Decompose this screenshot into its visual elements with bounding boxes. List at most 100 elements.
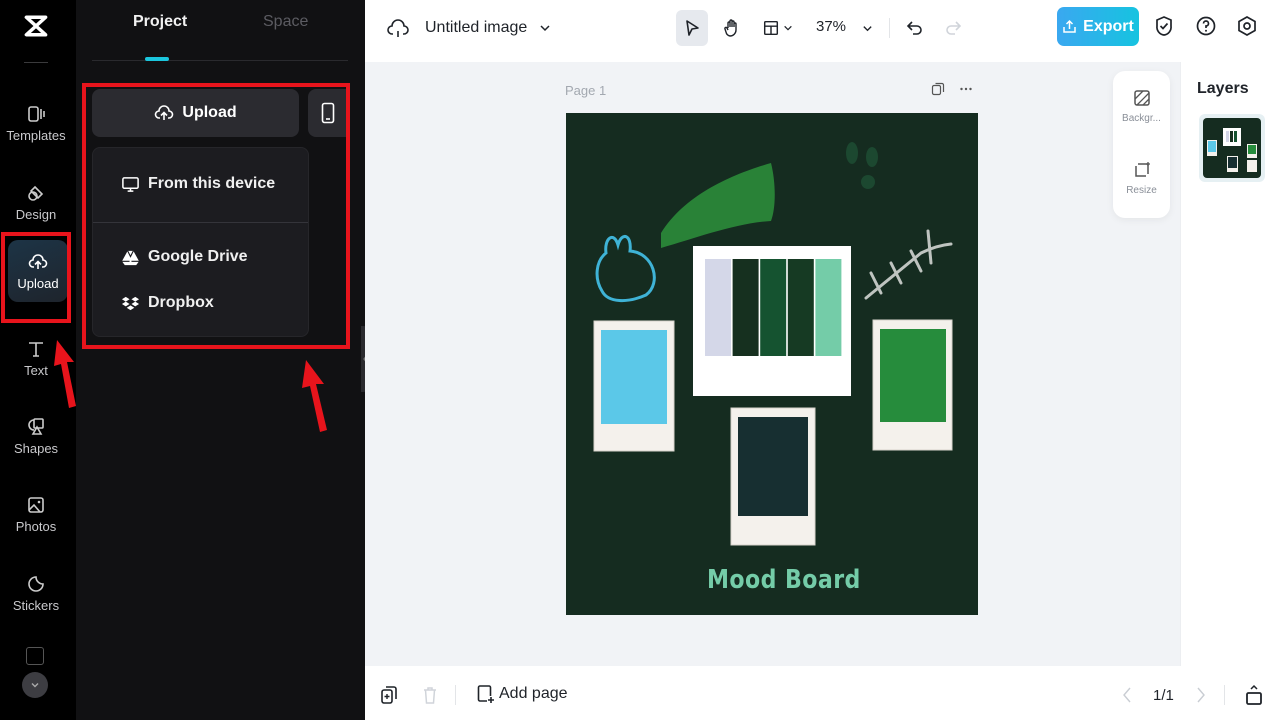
- menu-divider: [93, 222, 308, 223]
- document-title: Untitled image: [425, 19, 528, 36]
- cursor-arrow-icon: [686, 20, 699, 36]
- more-tools-icon[interactable]: [26, 647, 44, 665]
- cross-doodle: [864, 229, 953, 300]
- duplicate-page-button[interactable]: [379, 685, 399, 705]
- upload-from-phone-button[interactable]: [308, 89, 348, 137]
- cloud-upload-icon: [155, 105, 174, 120]
- upload-button[interactable]: Upload: [92, 89, 299, 137]
- rail-expand-button[interactable]: [22, 672, 48, 698]
- sidebar-item-label: Design: [15, 206, 57, 222]
- palette-swatch: [815, 259, 842, 356]
- resize-button[interactable]: Resize: [1113, 161, 1170, 196]
- zoom-dropdown-button[interactable]: [859, 10, 875, 46]
- cloud-upload-icon: [28, 253, 48, 269]
- resize-icon: [1134, 162, 1150, 177]
- upload-panel: Project Space Upload From this device Go…: [76, 0, 365, 720]
- upload-button-label: Upload: [182, 104, 237, 121]
- menu-item-dropbox[interactable]: Dropbox: [93, 283, 308, 323]
- undo-button[interactable]: [903, 10, 927, 46]
- sidebar-item-text[interactable]: Text: [4, 326, 68, 390]
- previous-page-button[interactable]: [1117, 685, 1137, 705]
- layer-thumbnail[interactable]: [1199, 114, 1265, 182]
- sidebar-item-label: Upload: [17, 275, 59, 291]
- hand-icon: [724, 19, 737, 37]
- palette-swatch: [787, 259, 814, 356]
- page-label: Page 1: [565, 83, 607, 98]
- canvas-area: Page 1 Mood Board Backgr... Resize: [365, 62, 1180, 666]
- sidebar-item-photos[interactable]: Photos: [4, 482, 68, 546]
- menu-item-label: From this device: [148, 175, 276, 192]
- help-circle-icon: [1196, 16, 1216, 36]
- redo-button[interactable]: [941, 10, 965, 46]
- canvas-floating-toolbar: Backgr... Resize: [1113, 71, 1170, 218]
- polaroid-image: [601, 330, 667, 424]
- phone-icon: [321, 102, 335, 124]
- polaroid-image: [880, 329, 946, 422]
- resize-label: Resize: [1126, 185, 1157, 196]
- settings-button[interactable]: [1235, 14, 1259, 38]
- menu-item-label: Dropbox: [148, 294, 214, 311]
- sidebar-item-label: Stickers: [12, 597, 60, 613]
- sidebar-item-design[interactable]: Design: [4, 170, 68, 234]
- trash-icon: [424, 687, 436, 704]
- security-button[interactable]: [1152, 14, 1176, 38]
- background-label: Backgr...: [1122, 113, 1161, 124]
- sidebar-item-templates[interactable]: Templates: [4, 91, 68, 155]
- chevron-right-icon: [1197, 687, 1205, 703]
- undo-icon: [906, 21, 922, 35]
- layers-panel: Layers: [1180, 62, 1280, 666]
- upload-source-menu: From this device Google Drive Dropbox: [92, 147, 309, 337]
- chevron-left-icon: [1123, 687, 1131, 703]
- zoom-level[interactable]: 37%: [816, 18, 846, 35]
- tab-space[interactable]: Space: [263, 13, 308, 31]
- settings-hexagon-icon: [1238, 16, 1256, 36]
- menu-item-google-drive[interactable]: Google Drive: [93, 237, 308, 277]
- duplicate-page-icon: [381, 686, 397, 704]
- design-icon: [28, 185, 44, 201]
- layout-icon: [763, 20, 778, 36]
- design-title: Mood Board: [707, 565, 861, 595]
- sidebar-item-shapes[interactable]: Shapes: [4, 404, 68, 468]
- select-tool-button[interactable]: [676, 10, 708, 46]
- menu-item-from-device[interactable]: From this device: [93, 164, 308, 204]
- shapes-icon: [28, 417, 44, 435]
- hand-tool-button[interactable]: [717, 10, 747, 46]
- text-icon: [29, 341, 43, 357]
- cloud-sync-icon: [387, 19, 409, 37]
- export-button[interactable]: Export: [1057, 7, 1139, 46]
- toolbar-divider: [889, 18, 890, 38]
- polaroid-image: [738, 417, 808, 516]
- layout-menu-button[interactable]: [759, 10, 795, 46]
- sidebar-item-upload[interactable]: Upload: [8, 240, 68, 302]
- page-expand-icon: [1246, 684, 1262, 705]
- add-page-button[interactable]: Add page: [475, 684, 568, 704]
- delete-page-button[interactable]: [420, 685, 440, 705]
- tab-project[interactable]: Project: [133, 13, 187, 31]
- capcut-editor: Templates Design Upload Text Shapes Phot…: [0, 0, 1280, 720]
- background-button[interactable]: Backgr...: [1113, 89, 1170, 124]
- green-brush-stroke: [661, 163, 775, 248]
- palette-swatches: [705, 259, 842, 356]
- sidebar-item-label: Text: [24, 362, 48, 378]
- page-actions: [931, 82, 973, 96]
- top-toolbar: Untitled image 37% Export: [365, 0, 1280, 62]
- templates-icon: [28, 105, 45, 122]
- duplicate-page-icon[interactable]: [931, 82, 945, 96]
- chevron-down-icon: [862, 25, 872, 31]
- document-title-menu[interactable]: Untitled image: [387, 14, 551, 42]
- palette-swatch: [760, 259, 787, 356]
- more-options-icon[interactable]: [959, 82, 973, 96]
- design-canvas[interactable]: Mood Board: [566, 113, 978, 615]
- add-page-label: Add page: [499, 685, 568, 702]
- sidebar-item-stickers[interactable]: Stickers: [4, 561, 68, 625]
- layers-title: Layers: [1197, 80, 1249, 97]
- panel-tabs: Project Space: [92, 0, 348, 61]
- help-button[interactable]: [1194, 14, 1218, 38]
- next-page-button[interactable]: [1191, 685, 1211, 705]
- page-panel-toggle-button[interactable]: [1244, 684, 1264, 705]
- sidebar-item-label: Templates: [6, 127, 66, 143]
- capcut-logo-icon[interactable]: [20, 10, 52, 42]
- mood-board-artwork: [593, 142, 953, 546]
- bunny-doodle: [595, 235, 656, 302]
- decor-dot: [846, 142, 858, 164]
